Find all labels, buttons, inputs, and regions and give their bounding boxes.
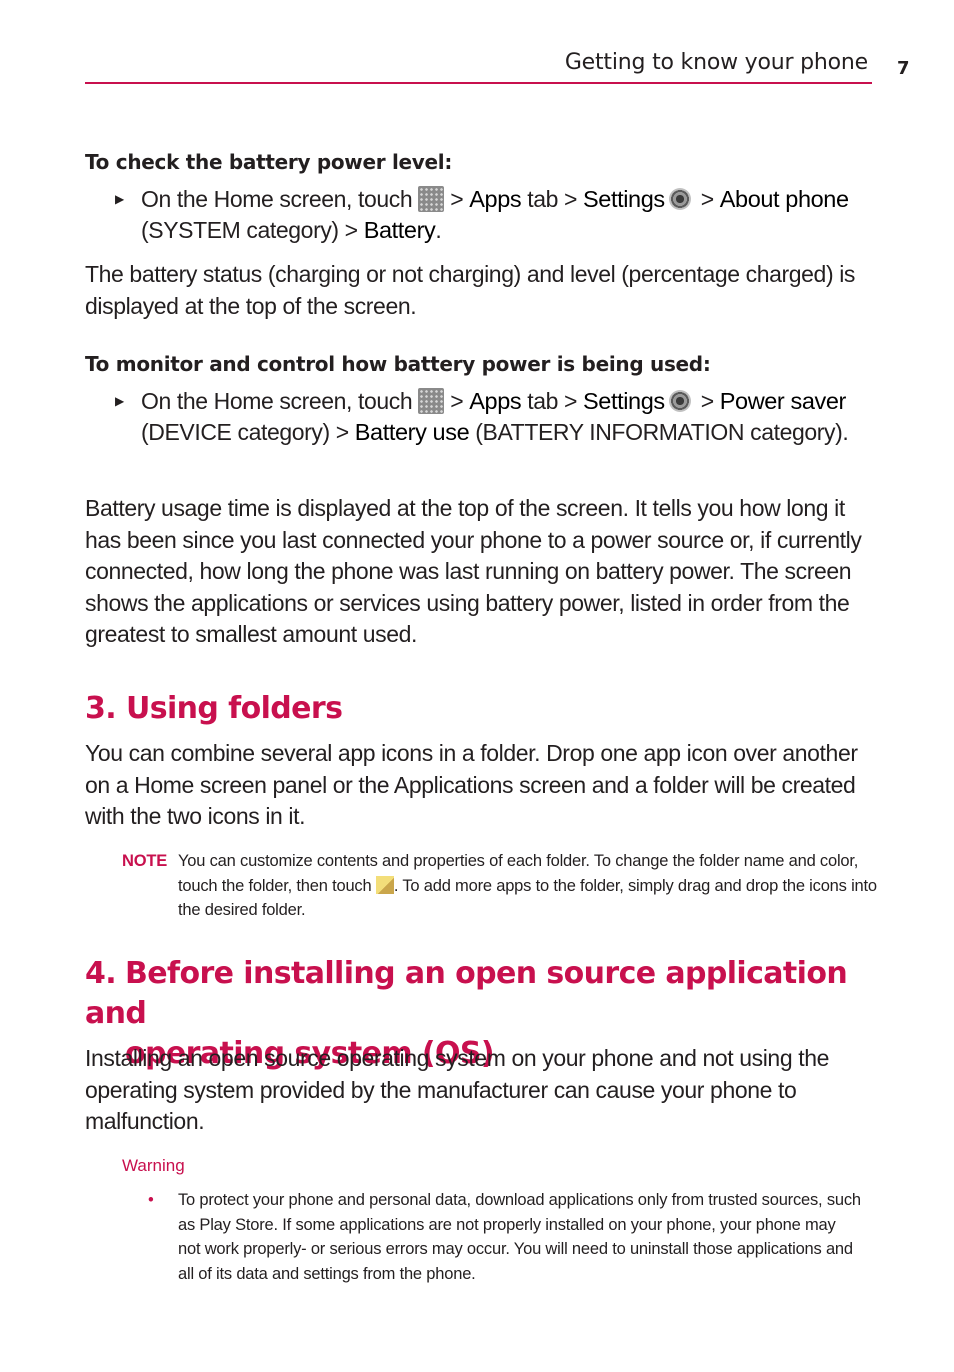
note-text: You can customize contents and propertie… <box>178 849 882 923</box>
section-3-title: 3. Using folders <box>85 689 343 729</box>
settings-gear-icon <box>668 188 691 210</box>
page-header: Getting to know your phone <box>85 48 872 84</box>
bullet-arrow-icon: ▶ <box>115 192 124 206</box>
bullet-arrow-icon: ▶ <box>115 394 124 408</box>
battery-label: Battery <box>363 217 436 243</box>
text-run: > <box>444 186 470 212</box>
apps-tab-label: Apps <box>469 388 522 414</box>
section-title-line1: 4. Before installing an open source appli… <box>85 954 875 1034</box>
page-number: 7 <box>897 58 910 79</box>
warning-item: • To protect your phone and personal dat… <box>122 1188 862 1286</box>
apps-grid-icon <box>418 388 445 414</box>
bullet-dot-icon: • <box>148 1191 154 1209</box>
power-saver-label: Power saver <box>719 388 847 414</box>
text-run: > <box>694 186 720 212</box>
open-source-paragraph: Installing an open source operating syst… <box>85 1045 829 1134</box>
step-text: On the Home screen, touch > Apps tab > S… <box>141 386 861 448</box>
text-run: On the Home screen, touch <box>141 186 419 212</box>
warning-label: Warning <box>122 1156 185 1175</box>
text-run: On the Home screen, touch <box>141 388 419 414</box>
battery-usage-paragraph: Battery usage time is displayed at the t… <box>85 495 862 647</box>
settings-label: Settings <box>583 186 665 212</box>
text-run: tab > <box>521 186 584 212</box>
chapter-title: Getting to know your phone <box>564 50 868 75</box>
settings-label: Settings <box>583 388 665 414</box>
text-run: > <box>444 388 470 414</box>
text-run: (SYSTEM category) > <box>141 217 364 243</box>
edit-folder-icon <box>375 875 394 894</box>
battery-use-label: Battery use <box>354 419 470 445</box>
section-number: 4. <box>85 956 117 991</box>
section-title-text: Before installing an open source applica… <box>85 956 848 1031</box>
warning-text: To protect your phone and personal data,… <box>178 1191 861 1283</box>
apps-tab-label: Apps <box>469 186 522 212</box>
text-run: > <box>694 388 720 414</box>
apps-grid-icon <box>418 186 445 212</box>
battery-level-heading: To check the battery power level: <box>85 150 453 174</box>
section-number: 3. <box>85 691 117 726</box>
about-phone-label: About phone <box>719 186 849 212</box>
step-text: On the Home screen, touch > Apps tab > S… <box>141 184 861 246</box>
text-run: . <box>435 217 442 243</box>
folder-note: NOTE You can customize contents and prop… <box>122 849 882 923</box>
battery-status-paragraph: The battery status (charging or not char… <box>85 261 856 319</box>
section-title-text: Using folders <box>125 691 343 726</box>
text-run: tab > <box>521 388 584 414</box>
settings-gear-icon <box>668 390 691 412</box>
note-label: NOTE <box>122 852 168 870</box>
text-run: (BATTERY INFORMATION category). <box>469 419 849 445</box>
battery-use-heading: To monitor and control how battery power… <box>85 352 711 376</box>
folders-paragraph: You can combine several app icons in a f… <box>85 740 858 829</box>
text-run: (DEVICE category) > <box>141 419 355 445</box>
